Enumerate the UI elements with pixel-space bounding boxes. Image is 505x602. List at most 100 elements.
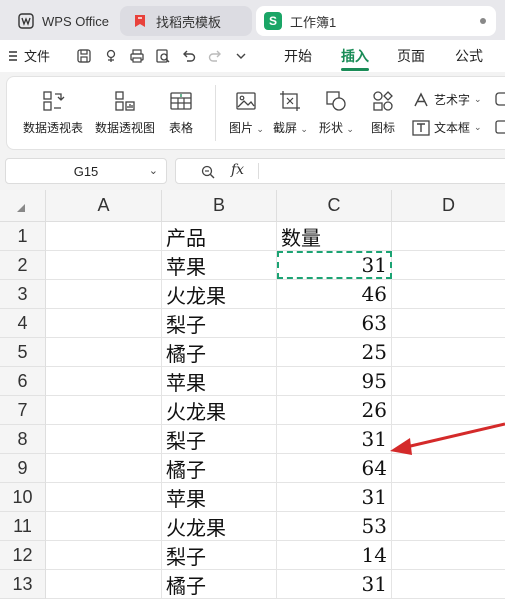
cell-d[interactable] <box>392 541 505 570</box>
redo-icon[interactable] <box>207 48 223 64</box>
cell-c[interactable]: 31 <box>277 251 392 280</box>
cell-c[interactable]: 31 <box>277 483 392 512</box>
row-header[interactable]: 11 <box>0 512 46 541</box>
column-header-d[interactable]: D <box>392 190 505 222</box>
print-icon[interactable] <box>129 48 145 64</box>
screenshot-button[interactable]: 截屏 ⌄ <box>273 89 308 136</box>
pivot-table-button[interactable]: 数据透视表 <box>23 89 83 136</box>
cell-a[interactable] <box>46 541 162 570</box>
cell-b[interactable]: 橘子 <box>162 570 277 599</box>
row-header[interactable]: 5 <box>0 338 46 367</box>
menu-tab-page[interactable]: 页面 <box>397 46 425 66</box>
column-header-c[interactable]: C <box>277 190 392 222</box>
tab-wps-office[interactable]: WPS Office <box>8 6 112 36</box>
file-menu[interactable]: 文件 <box>8 46 50 65</box>
wordart-button[interactable]: 艺术字 ⌄ <box>412 91 482 108</box>
cell-c[interactable]: 95 <box>277 367 392 396</box>
cell-b[interactable]: 火龙果 <box>162 396 277 425</box>
more-chevron-down-icon[interactable] <box>233 48 249 64</box>
textbox-button[interactable]: 文本框 ⌄ <box>412 119 482 136</box>
more-insert-button-2[interactable] <box>495 119 505 135</box>
fx-icon[interactable]: fx <box>231 162 244 178</box>
cell-d[interactable] <box>392 309 505 338</box>
cell-c[interactable]: 数量 <box>277 222 392 251</box>
cell-a[interactable] <box>46 367 162 396</box>
cell-d[interactable] <box>392 454 505 483</box>
picture-button[interactable]: 图片 ⌄ <box>229 89 264 136</box>
row-header[interactable]: 9 <box>0 454 46 483</box>
cell-c[interactable]: 63 <box>277 309 392 338</box>
cell-b[interactable]: 梨子 <box>162 309 277 338</box>
cell-c[interactable]: 14 <box>277 541 392 570</box>
cell-b[interactable]: 苹果 <box>162 483 277 512</box>
cell-b[interactable]: 梨子 <box>162 541 277 570</box>
menu-tab-home[interactable]: 开始 <box>284 46 312 66</box>
cell-b[interactable]: 苹果 <box>162 251 277 280</box>
cell-d[interactable] <box>392 338 505 367</box>
row-header[interactable]: 3 <box>0 280 46 309</box>
cell-d[interactable] <box>392 222 505 251</box>
row-header[interactable]: 2 <box>0 251 46 280</box>
cell-a[interactable] <box>46 338 162 367</box>
menu-tab-formula[interactable]: 公式 <box>455 46 483 66</box>
cell-d[interactable] <box>392 396 505 425</box>
cell-a[interactable] <box>46 570 162 599</box>
row-header[interactable]: 4 <box>0 309 46 338</box>
undo-icon[interactable] <box>181 48 197 64</box>
save-icon[interactable] <box>76 48 92 64</box>
cell-d[interactable] <box>392 251 505 280</box>
cell-a[interactable] <box>46 396 162 425</box>
zoom-search-icon[interactable] <box>200 164 216 180</box>
cell-d[interactable] <box>392 512 505 541</box>
cell-a[interactable] <box>46 222 162 251</box>
cell-d[interactable] <box>392 570 505 599</box>
menu-tab-insert[interactable]: 插入 <box>341 46 369 66</box>
row-header[interactable]: 8 <box>0 425 46 454</box>
cell-b[interactable]: 梨子 <box>162 425 277 454</box>
cell-d[interactable] <box>392 280 505 309</box>
cell-a[interactable] <box>46 280 162 309</box>
cell-b[interactable]: 苹果 <box>162 367 277 396</box>
cell-c[interactable]: 53 <box>277 512 392 541</box>
tab-workbook[interactable]: S 工作簿1 <box>256 6 496 36</box>
tab-templates[interactable]: 找稻壳模板 <box>120 6 252 36</box>
cell-c[interactable]: 26 <box>277 396 392 425</box>
select-all-corner[interactable] <box>0 190 46 222</box>
row-header[interactable]: 1 <box>0 222 46 251</box>
cell-a[interactable] <box>46 512 162 541</box>
table-button[interactable]: 表格 <box>169 89 193 136</box>
row-header[interactable]: 10 <box>0 483 46 512</box>
cell-c[interactable]: 46 <box>277 280 392 309</box>
column-header-b[interactable]: B <box>162 190 277 222</box>
row-header[interactable]: 13 <box>0 570 46 599</box>
cell-d[interactable] <box>392 367 505 396</box>
cell-d[interactable] <box>392 483 505 512</box>
row-header[interactable]: 12 <box>0 541 46 570</box>
cell-b[interactable]: 产品 <box>162 222 277 251</box>
cell-c[interactable]: 31 <box>277 570 392 599</box>
column-header-a[interactable]: A <box>46 190 162 222</box>
cell-a[interactable] <box>46 425 162 454</box>
print-preview-icon[interactable] <box>155 48 171 64</box>
cell-b[interactable]: 火龙果 <box>162 512 277 541</box>
more-insert-button[interactable] <box>495 91 505 107</box>
cell-a[interactable] <box>46 309 162 338</box>
cell-c[interactable]: 31 <box>277 425 392 454</box>
cell-b[interactable]: 橘子 <box>162 454 277 483</box>
name-box[interactable]: G15 ⌄ <box>5 158 167 184</box>
cell-a[interactable] <box>46 251 162 280</box>
row-header[interactable]: 6 <box>0 367 46 396</box>
pivot-chart-button[interactable]: 数据透视图 <box>95 89 155 136</box>
cell-b[interactable]: 火龙果 <box>162 280 277 309</box>
cell-c[interactable]: 64 <box>277 454 392 483</box>
formula-input[interactable]: fx <box>175 158 505 184</box>
shape-button[interactable]: 形状 ⌄ <box>319 89 354 136</box>
chevron-down-icon[interactable]: ⌄ <box>149 164 158 177</box>
row-header[interactable]: 7 <box>0 396 46 425</box>
cell-a[interactable] <box>46 454 162 483</box>
cell-b[interactable]: 橘子 <box>162 338 277 367</box>
spreadsheet-grid[interactable]: A B C D 1 产品 数量 2 苹果 31 3 火龙果 46 4 梨子 63 5 橘子 25 6 苹果 95 7… <box>0 190 505 602</box>
export-pdf-icon[interactable] <box>103 48 119 64</box>
cell-d[interactable] <box>392 425 505 454</box>
cell-a[interactable] <box>46 483 162 512</box>
